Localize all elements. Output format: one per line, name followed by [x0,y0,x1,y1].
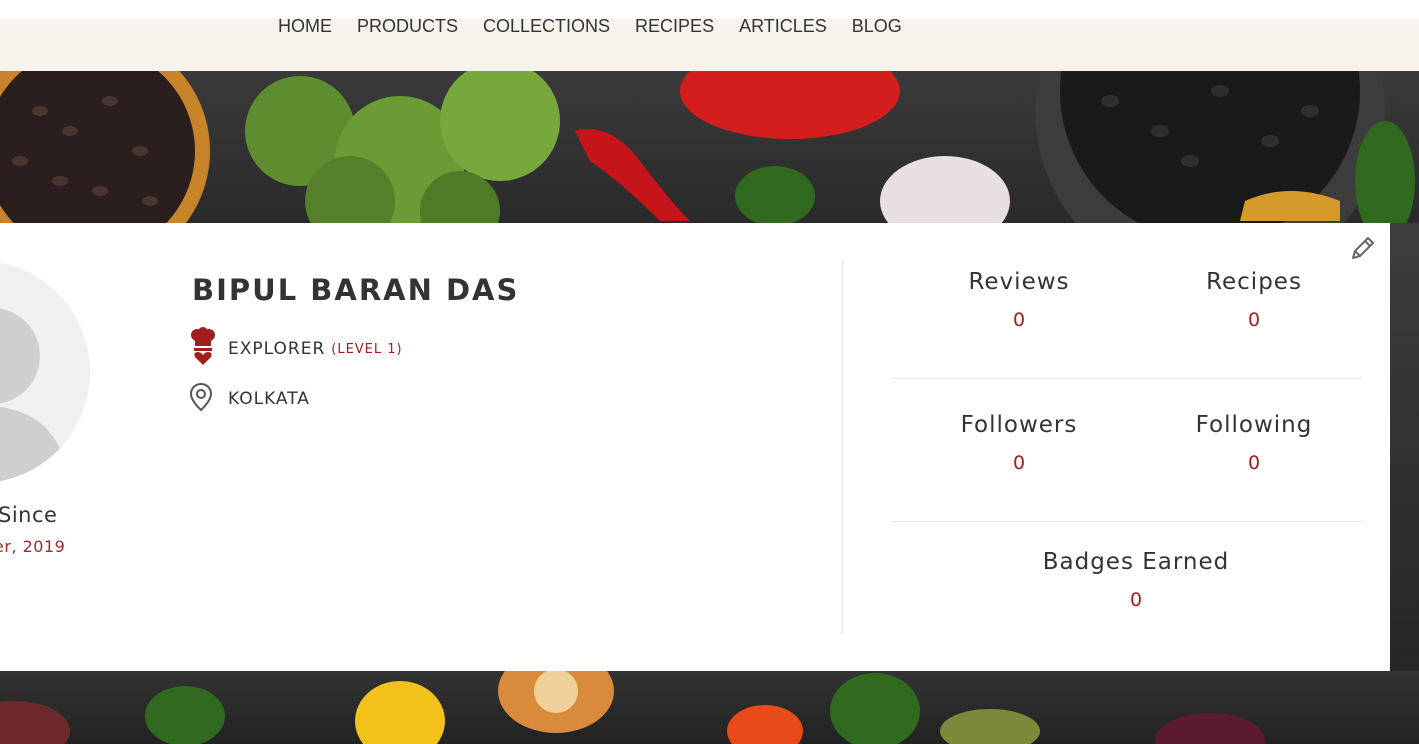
nav-recipes[interactable]: RECIPES [635,15,714,37]
avatar [0,261,90,483]
rank-level: (LEVEL 1) [331,341,403,357]
member-since-label: Since [0,503,58,527]
stat-followers[interactable]: Followers 0 [899,412,1139,474]
chef-hat-icon [190,327,216,371]
rank-row: EXPLORER (LEVEL 1) [190,327,403,371]
food-banner-image [0,71,1415,223]
food-footer-image [0,671,1265,744]
map-pin-icon [189,382,213,415]
stat-badges-label: Badges Earned [1042,549,1230,575]
member-since-value: er, 2019 [0,537,66,556]
nav-articles[interactable]: ARTICLES [739,15,827,37]
profile-name: BIPUL BARAN DAS [192,273,520,307]
nav-collections[interactable]: COLLECTIONS [483,15,610,37]
stats-divider-1 [892,378,1363,379]
stat-reviews-label: Reviews [968,269,1070,295]
location-label: KOLKATA [228,389,310,409]
main-nav: HOME PRODUCTS COLLECTIONS RECIPES ARTICL… [278,15,927,37]
stat-badges-value: 0 [1129,589,1143,611]
stat-following-value: 0 [1247,452,1261,474]
navbar: HOME PRODUCTS COLLECTIONS RECIPES ARTICL… [0,16,1419,71]
cover-banner [0,71,1419,223]
footer-banner [0,671,1419,744]
stat-recipes-label: Recipes [1206,269,1302,295]
stat-following-label: Following [1195,412,1313,438]
stat-recipes-value: 0 [1247,309,1261,331]
stat-followers-label: Followers [960,412,1078,438]
profile-card: Since er, 2019 BIPUL BARAN DAS EXPLORER … [0,223,1390,671]
rank-label: EXPLORER [228,339,326,359]
nav-blog[interactable]: BLOG [852,15,902,37]
stat-followers-value: 0 [1012,452,1026,474]
stat-badges[interactable]: Badges Earned 0 [1016,549,1256,611]
cover-banner-edge [1390,223,1419,671]
nav-products[interactable]: PRODUCTS [357,15,458,37]
pencil-icon [1352,237,1374,259]
column-divider [842,260,843,634]
stat-reviews[interactable]: Reviews 0 [899,269,1139,331]
nav-home[interactable]: HOME [278,15,332,37]
location-row: KOLKATA [189,382,310,415]
stat-following[interactable]: Following 0 [1134,412,1374,474]
edit-profile-button[interactable] [1350,235,1376,261]
default-user-icon [0,262,90,483]
stat-recipes[interactable]: Recipes 0 [1134,269,1374,331]
stats-divider-2 [892,521,1363,522]
stat-reviews-value: 0 [1012,309,1026,331]
